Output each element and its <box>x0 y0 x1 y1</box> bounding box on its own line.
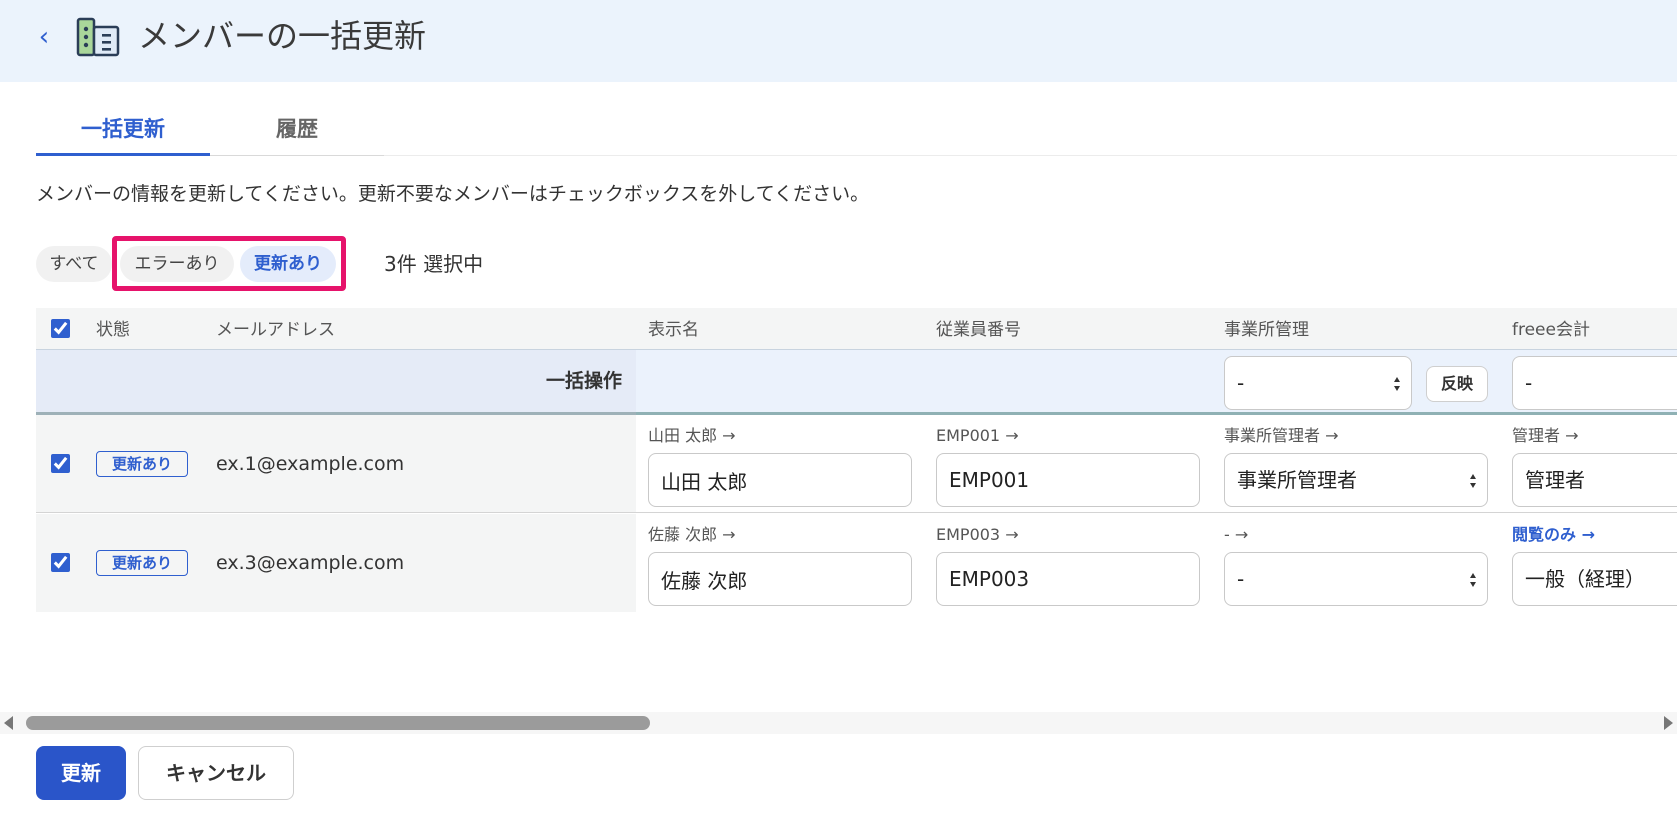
highlight-annotation <box>112 236 346 291</box>
select-arrows-icon <box>1470 474 1476 488</box>
old-employee-no: EMP001 → <box>936 426 1019 445</box>
row-checkbox[interactable] <box>51 553 70 572</box>
column-header-office-admin: 事業所管理 <box>1224 320 1309 340</box>
office-admin-select[interactable]: - <box>1224 552 1488 606</box>
column-header-status: 状態 <box>96 320 130 340</box>
column-header-employee-no: 従業員番号 <box>936 320 1021 340</box>
table-row: 更新あり ex.1@example.com 山田 太郎 → EMP001 → 事… <box>36 415 1677 513</box>
email-text: ex.1@example.com <box>216 453 405 475</box>
selected-count: 3件 選択中 <box>384 252 484 276</box>
page-title: メンバーの一括更新 <box>138 17 427 55</box>
old-employee-no: EMP003 → <box>936 525 1019 544</box>
bulk-apply-button[interactable]: 反映 <box>1426 366 1488 402</box>
bulk-operation-row: 一括操作 - 反映 - <box>36 350 1677 415</box>
employee-no-input[interactable] <box>936 453 1200 507</box>
freee-role-select[interactable]: 一般（経理） <box>1512 552 1677 606</box>
instruction-text: メンバーの情報を更新してください。更新不要なメンバーはチェックボックスを外してく… <box>36 183 870 205</box>
table-header-row: 状態 メールアドレス 表示名 従業員番号 事業所管理 freee会計 <box>36 308 1677 350</box>
select-all-checkbox[interactable] <box>51 319 70 338</box>
tab-bar: 一括更新 履歴 <box>36 108 384 156</box>
old-office-admin: - → <box>1224 525 1249 544</box>
old-freee-role: 管理者 → <box>1512 426 1579 445</box>
bulk-office-admin-select[interactable]: - <box>1224 356 1412 410</box>
page-header: ‹ メンバーの一括更新 <box>0 0 1677 82</box>
filter-all-chip[interactable]: すべて <box>36 246 112 282</box>
old-display-name: 山田 太郎 → <box>648 426 736 445</box>
freee-role-select[interactable]: 管理者 <box>1512 453 1677 507</box>
bulk-freee-select[interactable]: - <box>1512 356 1677 410</box>
scroll-right-arrow-icon[interactable] <box>1664 716 1673 730</box>
scroll-left-arrow-icon[interactable] <box>4 716 13 730</box>
status-badge: 更新あり <box>96 451 188 477</box>
office-building-icon <box>76 17 120 57</box>
column-header-display-name: 表示名 <box>648 320 699 340</box>
display-name-input[interactable] <box>648 552 912 606</box>
employee-no-input[interactable] <box>936 552 1200 606</box>
table-row: 更新あり ex.3@example.com 佐藤 次郎 → EMP003 → -… <box>36 514 1677 612</box>
cancel-button[interactable]: キャンセル <box>138 746 294 800</box>
old-office-admin: 事業所管理者 → <box>1224 426 1339 445</box>
tab-bulk-update[interactable]: 一括更新 <box>36 108 210 156</box>
column-header-email: メールアドレス <box>216 320 335 340</box>
bulk-operation-label: 一括操作 <box>545 370 622 392</box>
update-button[interactable]: 更新 <box>36 746 126 800</box>
office-admin-select[interactable]: 事業所管理者 <box>1224 453 1488 507</box>
back-button[interactable]: ‹ <box>30 20 58 54</box>
email-text: ex.3@example.com <box>216 552 405 574</box>
column-header-freee-accounting: freee会計 <box>1512 320 1590 340</box>
row-checkbox[interactable] <box>51 454 70 473</box>
tab-divider <box>384 155 1677 156</box>
scroll-thumb[interactable] <box>26 716 650 730</box>
select-arrows-icon <box>1394 377 1400 391</box>
select-arrows-icon <box>1470 573 1476 587</box>
old-display-name: 佐藤 次郎 → <box>648 525 736 544</box>
horizontal-scrollbar[interactable] <box>0 712 1677 734</box>
tab-history[interactable]: 履歴 <box>210 108 384 156</box>
old-freee-role[interactable]: 閲覧のみ → <box>1512 524 1595 546</box>
status-badge: 更新あり <box>96 550 188 576</box>
display-name-input[interactable] <box>648 453 912 507</box>
